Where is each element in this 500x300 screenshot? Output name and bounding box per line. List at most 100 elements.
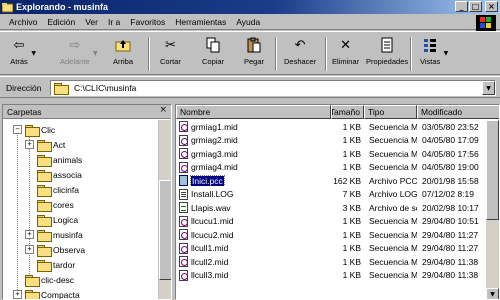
tree-item-associa[interactable]: associa <box>37 168 82 182</box>
undo-button[interactable]: ↶ Deshacer <box>284 36 316 67</box>
tree-scroll-thumb[interactable] <box>159 180 171 280</box>
file-row[interactable]: llcucu2.mid 1 KB Secuencia M... 29/04/80 11… <box>176 228 488 242</box>
up-button[interactable]: Arriba <box>113 36 133 66</box>
folder-icon <box>37 259 52 272</box>
midi-icon <box>179 121 188 133</box>
file-list-scrollbar[interactable]: ▼ <box>486 120 499 299</box>
paste-button[interactable]: Pegar <box>244 36 264 66</box>
forward-arrow-icon: ⇨ <box>69 37 81 53</box>
cut-button[interactable]: ✂ Cortar <box>160 36 181 67</box>
menu-ver[interactable]: Ver <box>80 17 103 27</box>
address-label: Dirección <box>6 83 42 93</box>
copy-button[interactable]: Copiar <box>202 36 224 66</box>
column-headers: Nombre Tamaño Tipo Modificado <box>176 105 499 119</box>
file-size: 162 KB <box>333 175 361 186</box>
toolbar-separator <box>410 37 412 71</box>
file-modified: 03/05/80 23:52 <box>422 121 479 132</box>
file-row[interactable]: llcull1.mid 1 KB Secuencia M... 29/04/80 11… <box>176 242 488 256</box>
back-dropdown-icon[interactable]: ▼ <box>31 50 36 57</box>
file-row[interactable]: grmiag4.mid 1 KB Secuencia M... 04/05/80 19… <box>176 161 488 175</box>
tree-item-tardor[interactable]: tardor <box>37 258 75 272</box>
midi-icon <box>179 134 188 146</box>
minimize-button[interactable]: _ <box>455 1 468 12</box>
tree-scrollbar[interactable] <box>158 120 171 299</box>
tree-item-clic[interactable]: − Clic <box>13 123 55 137</box>
file-name-cell[interactable]: Install.LOG <box>176 188 331 200</box>
file-name-cell[interactable]: grmiag1.mid <box>176 121 331 133</box>
tree-item-compacta[interactable]: + Compacta <box>13 288 80 299</box>
folder-icon <box>54 83 69 95</box>
file-size: 7 KB <box>342 189 361 200</box>
file-name-cell[interactable]: grmiag3.mid <box>176 148 331 160</box>
expand-icon[interactable]: + <box>25 140 34 149</box>
file-row[interactable]: llcull2.mid 1 KB Secuencia M... 29/04/80 11… <box>176 255 488 269</box>
back-button[interactable]: ⇦ Atrás ▼ <box>10 36 36 67</box>
properties-button[interactable]: Propiedades <box>366 36 408 66</box>
file-modified: 29/04/80 11:38 <box>422 270 479 281</box>
expand-icon[interactable]: + <box>25 245 34 254</box>
file-name-cell[interactable]: llcull2.mid <box>176 256 331 268</box>
file-name-cell[interactable]: grmiag2.mid <box>176 134 331 146</box>
tree-item-animals[interactable]: animals <box>37 153 82 167</box>
undo-icon: ↶ <box>294 37 306 53</box>
collapse-icon[interactable]: − <box>13 125 22 134</box>
file-type: Secuencia M... <box>369 256 417 267</box>
address-input[interactable]: C:\CLIC\musinfa ▼ <box>50 80 496 96</box>
tree-item-clicinfa[interactable]: clicinfa <box>37 183 79 197</box>
forward-button[interactable]: ⇨ Adelante ▼ <box>60 36 98 67</box>
file-row[interactable]: llcull3.mid 1 KB Secuencia M... 29/04/80 11… <box>176 269 488 283</box>
file-row[interactable]: Inici.pcc 162 KB Archivo PCC 20/01/98 15:58 <box>176 174 488 188</box>
menu-ir-a[interactable]: Ir a <box>103 17 125 27</box>
menu-herramientas[interactable]: Herramientas <box>170 17 231 27</box>
column-size[interactable]: Tamaño <box>331 105 364 119</box>
close-pane-icon[interactable]: × <box>159 105 167 115</box>
tree-item-logica[interactable]: Logica <box>37 213 78 227</box>
file-row[interactable]: Install.LOG 7 KB Archivo LOG 07/12/02 8:19 <box>176 188 488 202</box>
midi-icon <box>179 229 188 241</box>
scroll-down-icon[interactable]: ▼ <box>486 288 499 299</box>
file-size: 1 KB <box>342 270 361 281</box>
views-button[interactable]: Vistas ▼ <box>420 36 448 66</box>
wav-icon <box>179 202 188 214</box>
pcc-icon <box>179 175 188 187</box>
views-grid-icon <box>421 36 439 54</box>
file-name-cell[interactable]: Llapis.wav <box>176 202 331 214</box>
file-row[interactable]: Llapis.wav 3 KB Archivo de so... 20/02/98 1… <box>176 201 488 215</box>
tree-item-musinfa[interactable]: + musinfa <box>25 228 83 242</box>
menu-ayuda[interactable]: Ayuda <box>231 17 265 27</box>
back-arrow-icon: ⇦ <box>13 37 25 53</box>
tree-item-observa[interactable]: + Observa <box>25 243 85 257</box>
file-name-cell[interactable]: Inici.pcc <box>176 175 331 187</box>
file-row[interactable]: grmiag2.mid 1 KB Secuencia M... 04/05/80 17… <box>176 134 488 148</box>
midi-icon <box>179 161 188 173</box>
column-name[interactable]: Nombre <box>176 105 331 119</box>
file-name-cell[interactable]: llcull3.mid <box>176 269 331 281</box>
file-name-cell[interactable]: grmiag4.mid <box>176 161 331 173</box>
file-name-cell[interactable]: llcucu2.mid <box>176 229 331 241</box>
maximize-button[interactable]: □ <box>469 1 482 12</box>
close-button[interactable]: × <box>485 1 498 12</box>
file-name-cell[interactable]: llcucu1.mid <box>176 215 331 227</box>
menu-edicion[interactable]: Edición <box>42 17 80 27</box>
menu-archivo[interactable]: Archivo <box>4 17 42 27</box>
delete-button[interactable]: ✕ Eliminar <box>332 36 359 67</box>
file-scroll-thumb[interactable] <box>486 120 499 220</box>
forward-dropdown-icon[interactable]: ▼ <box>93 50 98 57</box>
tree-item-clic-desc[interactable]: clic-desc <box>25 273 74 287</box>
expand-icon[interactable]: + <box>13 290 22 299</box>
column-type[interactable]: Tipo <box>364 105 417 119</box>
file-name: llcull3.mid <box>191 270 229 281</box>
views-dropdown-icon[interactable]: ▼ <box>444 50 449 57</box>
file-name-cell[interactable]: llcull1.mid <box>176 242 331 254</box>
file-row[interactable]: grmiag1.mid 1 KB Secuencia M... 03/05/80 23… <box>176 120 488 134</box>
address-dropdown-icon[interactable]: ▼ <box>482 81 495 95</box>
file-row[interactable]: llcucu1.mid 1 KB Secuencia M... 29/04/80 10… <box>176 215 488 229</box>
tree-item-act[interactable]: + Act <box>25 138 65 152</box>
column-modified[interactable]: Modificado <box>417 105 499 119</box>
file-row[interactable]: grmiag3.mid 1 KB Secuencia M... 04/05/80 17… <box>176 147 488 161</box>
tree-item-cores[interactable]: cores <box>37 198 74 212</box>
folder-icon <box>37 184 52 197</box>
menu-favoritos[interactable]: Favoritos <box>125 17 170 27</box>
file-modified: 20/02/98 10:17 <box>422 202 479 213</box>
expand-icon[interactable]: + <box>25 230 34 239</box>
